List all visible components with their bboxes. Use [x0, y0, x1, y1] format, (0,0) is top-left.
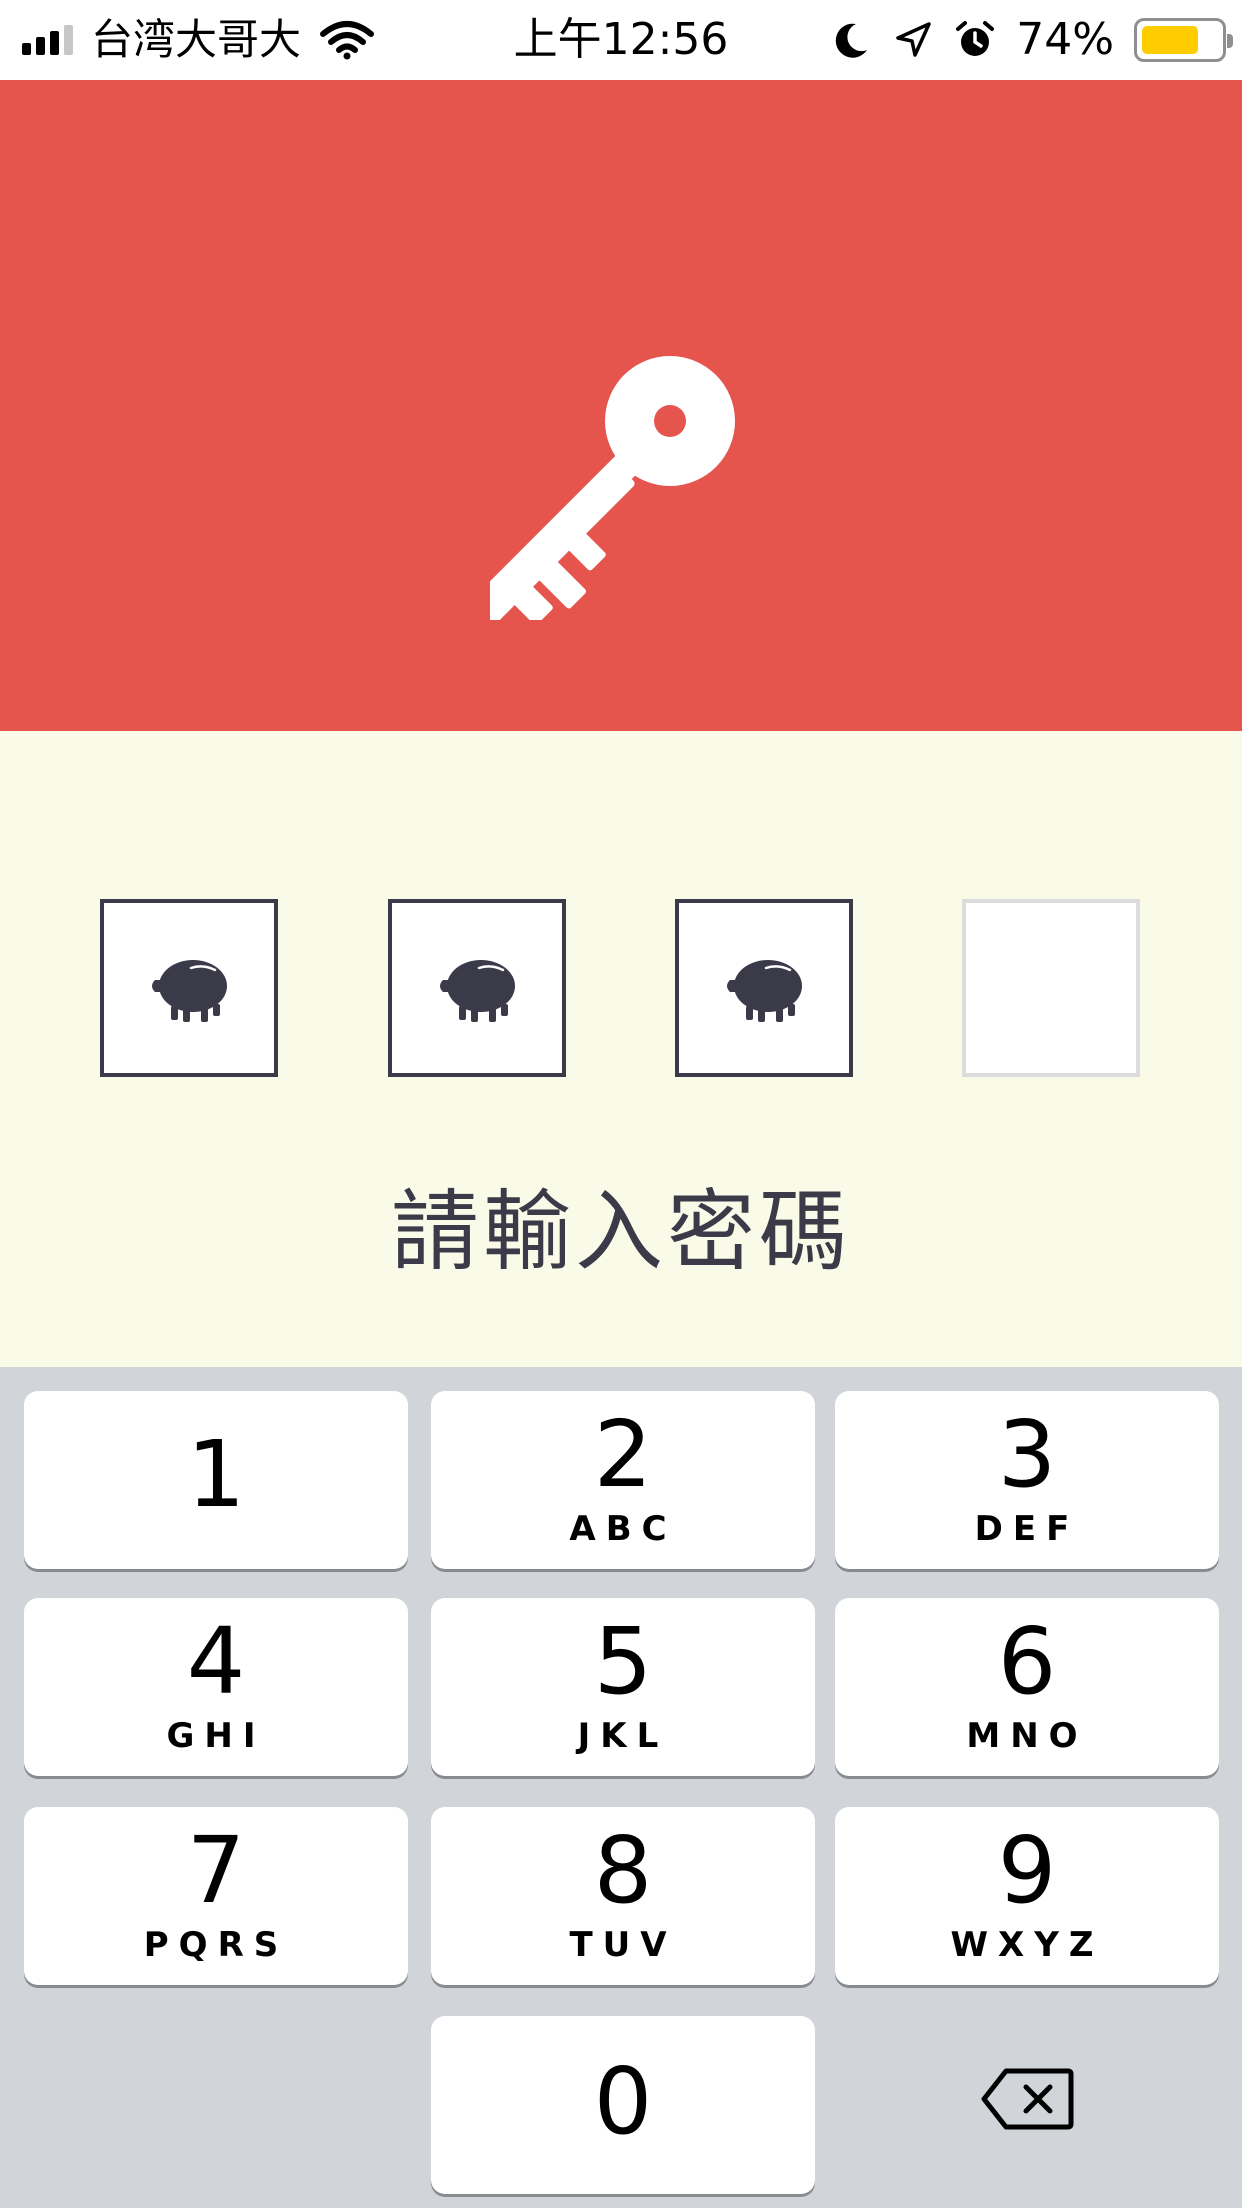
key-4[interactable]: 4 GHI — [24, 1598, 408, 1776]
key-6[interactable]: 6 MNO — [835, 1598, 1219, 1776]
key-icon — [490, 356, 735, 620]
pin-slot-4 — [962, 899, 1140, 1077]
pin-slot-3 — [675, 899, 853, 1077]
key-letters: JKL — [577, 1716, 669, 1756]
lock-header — [0, 80, 1242, 731]
key-2[interactable]: 2 ABC — [431, 1391, 815, 1569]
key-letters: PQRS — [143, 1925, 289, 1965]
key-letters: ABC — [569, 1509, 677, 1549]
key-0[interactable]: 0 — [431, 2016, 815, 2194]
pin-slot-2 — [388, 899, 566, 1077]
key-digit: 3 — [997, 1401, 1057, 1508]
location-arrow-icon — [896, 22, 931, 57]
pin-slot-1 — [100, 899, 278, 1077]
battery-icon — [1134, 18, 1233, 62]
key-9[interactable]: 9 WXYZ — [835, 1807, 1219, 1985]
key-3[interactable]: 3 DEF — [835, 1391, 1219, 1569]
key-digit: 0 — [593, 2048, 653, 2155]
status-bar: 台湾大哥大 上午12:56 74% — [0, 0, 1242, 80]
key-letters: MNO — [966, 1716, 1088, 1756]
enter-password-prompt: 請輸入密碼 — [390, 1180, 851, 1283]
backspace-button[interactable] — [835, 2014, 1219, 2184]
key-letters: DEF — [974, 1509, 1080, 1549]
battery-percentage: 74% — [1016, 14, 1114, 65]
key-digit: 8 — [593, 1817, 653, 1924]
key-digit: 6 — [997, 1608, 1057, 1715]
key-digit: 5 — [593, 1608, 653, 1715]
key-letters: GHI — [166, 1716, 266, 1756]
key-digit: 4 — [186, 1608, 246, 1715]
key-1[interactable]: 1 — [24, 1391, 408, 1569]
pin-entry-area: 請輸入密碼 — [0, 731, 1242, 1367]
piggy-bank-icon — [727, 960, 802, 1022]
key-digit: 1 — [186, 1421, 246, 1528]
key-letters: WXYZ — [950, 1925, 1104, 1965]
piggy-bank-icon — [440, 960, 515, 1022]
backspace-icon — [981, 2068, 1074, 2130]
key-8[interactable]: 8 TUV — [431, 1807, 815, 1985]
key-letters: TUV — [569, 1925, 677, 1965]
key-digit: 2 — [593, 1401, 653, 1508]
key-digit: 7 — [186, 1817, 246, 1924]
alarm-icon — [956, 21, 995, 56]
key-5[interactable]: 5 JKL — [431, 1598, 815, 1776]
key-7[interactable]: 7 PQRS — [24, 1807, 408, 1985]
piggy-bank-icon — [152, 960, 227, 1022]
moon-icon — [835, 23, 868, 58]
key-digit: 9 — [997, 1817, 1057, 1924]
